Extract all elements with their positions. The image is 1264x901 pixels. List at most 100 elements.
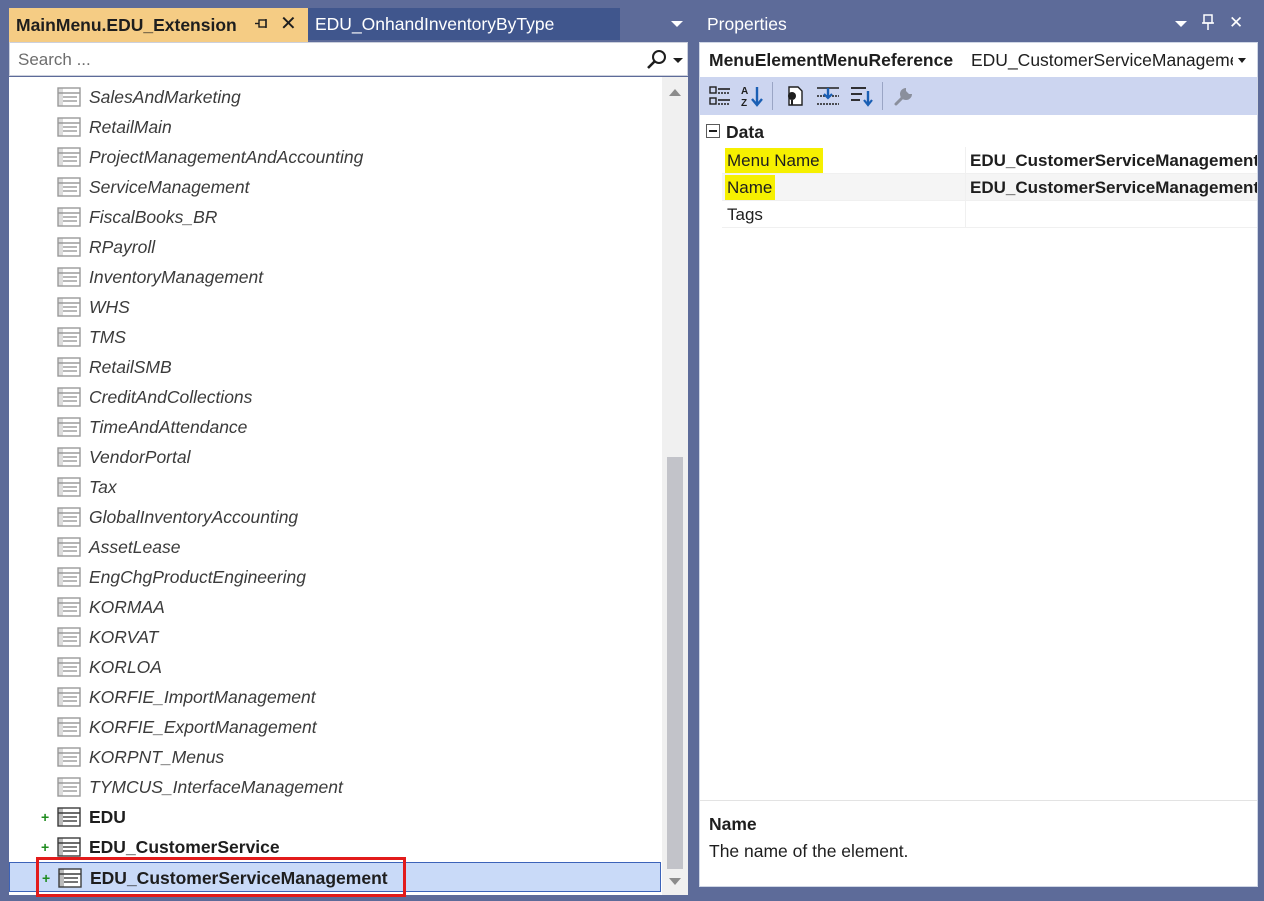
property-value[interactable]: EDU_CustomerServiceManagement: [965, 147, 1257, 174]
tree-item[interactable]: Tax: [9, 472, 661, 502]
category-data[interactable]: Data: [700, 121, 1257, 145]
chevron-down-icon[interactable]: [1175, 21, 1187, 27]
tree-item[interactable]: KORLOA: [9, 652, 661, 682]
object-selector[interactable]: MenuElementMenuReference EDU_CustomerSer…: [700, 43, 1257, 77]
tree-item-label: TimeAndAttendance: [89, 417, 248, 437]
tree-item[interactable]: EngChgProductEngineering: [9, 562, 661, 592]
tab-edu-onhandinventorybytype[interactable]: EDU_OnhandInventoryByType: [308, 8, 620, 40]
close-icon[interactable]: ✕: [280, 14, 297, 34]
menu-node-icon: [57, 537, 81, 557]
tree-item[interactable]: GlobalInventoryAccounting: [9, 502, 661, 532]
menu-node-icon: [57, 117, 81, 137]
expand-all-button[interactable]: [814, 82, 842, 110]
tree-item-label: ServiceManagement: [89, 177, 250, 197]
property-row-tags[interactable]: Tags: [722, 201, 1257, 228]
menu-node-icon: [57, 177, 81, 197]
menu-node-icon: [57, 447, 81, 467]
expand-icon[interactable]: +: [42, 871, 50, 885]
alphabetical-button[interactable]: A Z: [738, 82, 766, 110]
tree-item[interactable]: KORMAA: [9, 592, 661, 622]
menu-node-icon: [57, 207, 81, 227]
tree-item-label: EngChgProductEngineering: [89, 567, 306, 587]
property-row-name[interactable]: Name EDU_CustomerServiceManagement: [722, 174, 1257, 201]
property-value[interactable]: [965, 201, 1257, 228]
sort-az-icon: A Z: [741, 86, 763, 108]
svg-text:Z: Z: [741, 98, 747, 108]
tree-item[interactable]: FiscalBooks_BR: [9, 202, 661, 232]
tree-item[interactable]: RetailSMB: [9, 352, 661, 382]
tab-label: EDU_OnhandInventoryByType: [315, 13, 555, 34]
menu-node-icon: [57, 87, 81, 107]
tree-item[interactable]: InventoryManagement: [9, 262, 661, 292]
chevron-down-icon[interactable]: [671, 21, 683, 27]
property-value[interactable]: EDU_CustomerServiceManagement: [965, 174, 1257, 201]
sort-down-icon: [851, 87, 873, 107]
tree-item[interactable]: SalesAndMarketing: [9, 82, 661, 112]
toolbar-separator: [882, 82, 883, 110]
settings-button[interactable]: [890, 82, 918, 110]
pin-icon[interactable]: [1201, 13, 1215, 31]
tree-item[interactable]: RetailMain: [9, 112, 661, 142]
tree-item[interactable]: TMS: [9, 322, 661, 352]
tree-item[interactable]: ProjectManagementAndAccounting: [9, 142, 661, 172]
tree-item[interactable]: CreditAndCollections: [9, 382, 661, 412]
tree-item-label: AssetLease: [89, 537, 181, 557]
sort-button[interactable]: [848, 82, 876, 110]
scrollbar-thumb[interactable]: [667, 457, 683, 869]
chevron-down-icon[interactable]: [1238, 58, 1246, 63]
svg-text:A: A: [741, 86, 748, 97]
tree-item[interactable]: + EDU_CustomerServiceManagement: [9, 862, 661, 892]
solution-tree-pane: MainMenu.EDU_Extension ✕ EDU_OnhandInven…: [9, 5, 688, 897]
tree-item[interactable]: VendorPortal: [9, 442, 661, 472]
tree-item-label: CreditAndCollections: [89, 387, 253, 407]
properties-body: MenuElementMenuReference EDU_CustomerSer…: [699, 42, 1258, 887]
tab-mainmenu-edu-extension[interactable]: MainMenu.EDU_Extension ✕: [9, 8, 308, 42]
document-tab-strip: MainMenu.EDU_Extension ✕ EDU_OnhandInven…: [9, 5, 688, 42]
expand-icon[interactable]: +: [41, 840, 49, 854]
property-row-menu-name[interactable]: Menu Name EDU_CustomerServiceManagement: [722, 147, 1257, 174]
tree-item[interactable]: KORPNT_Menus: [9, 742, 661, 772]
tree-item-label: KORPNT_Menus: [89, 747, 225, 767]
menu-node-icon: [57, 417, 81, 437]
tree-item[interactable]: ServiceManagement: [9, 172, 661, 202]
properties-title: Properties: [707, 14, 787, 34]
search-icon[interactable]: [646, 49, 668, 71]
menu-node-icon: [57, 837, 81, 857]
chevron-down-icon[interactable]: [673, 58, 683, 63]
tree-item[interactable]: TYMCUS_InterfaceManagement: [9, 772, 661, 802]
property-pages-button[interactable]: [780, 82, 808, 110]
tree-item[interactable]: + EDU: [9, 802, 661, 832]
tree-item-label: EDU_CustomerService: [89, 837, 280, 857]
menu-node-icon: [57, 147, 81, 167]
close-icon[interactable]: ✕: [1229, 13, 1243, 33]
tree-item[interactable]: KORFIE_ExportManagement: [9, 712, 661, 742]
tree-item-label: InventoryManagement: [89, 267, 264, 287]
scroll-down-icon[interactable]: [669, 878, 681, 885]
vertical-scrollbar[interactable]: [662, 77, 688, 895]
tree-item[interactable]: KORVAT: [9, 622, 661, 652]
menu-node-icon: [57, 327, 81, 347]
menu-node-icon: [57, 567, 81, 587]
search-input[interactable]: Search ...: [9, 42, 688, 76]
search-placeholder: Search ...: [18, 50, 91, 69]
tree-item[interactable]: RPayroll: [9, 232, 661, 262]
scroll-up-icon[interactable]: [669, 89, 681, 96]
tree-item[interactable]: + EDU_CustomerService: [9, 832, 661, 862]
tree-item-label: FiscalBooks_BR: [89, 207, 218, 227]
menu-node-icon: [57, 597, 81, 617]
tree-item[interactable]: TimeAndAttendance: [9, 412, 661, 442]
wrench-icon: [894, 88, 912, 106]
collapse-icon[interactable]: [706, 124, 720, 138]
tree-item[interactable]: AssetLease: [9, 532, 661, 562]
menu-node-icon: [57, 507, 81, 527]
properties-pane: Properties ✕ MenuElementMenuReference ED…: [699, 5, 1258, 887]
categorized-button[interactable]: [706, 82, 734, 110]
tree-item[interactable]: KORFIE_ImportManagement: [9, 682, 661, 712]
tree-item-label: RetailMain: [89, 117, 172, 137]
tree-item-label: RPayroll: [89, 237, 156, 257]
tree-item[interactable]: WHS: [9, 292, 661, 322]
pin-icon[interactable]: [254, 16, 270, 32]
property-pages-icon: [788, 86, 803, 106]
toolbar-separator: [772, 82, 773, 110]
expand-icon[interactable]: +: [41, 810, 49, 824]
